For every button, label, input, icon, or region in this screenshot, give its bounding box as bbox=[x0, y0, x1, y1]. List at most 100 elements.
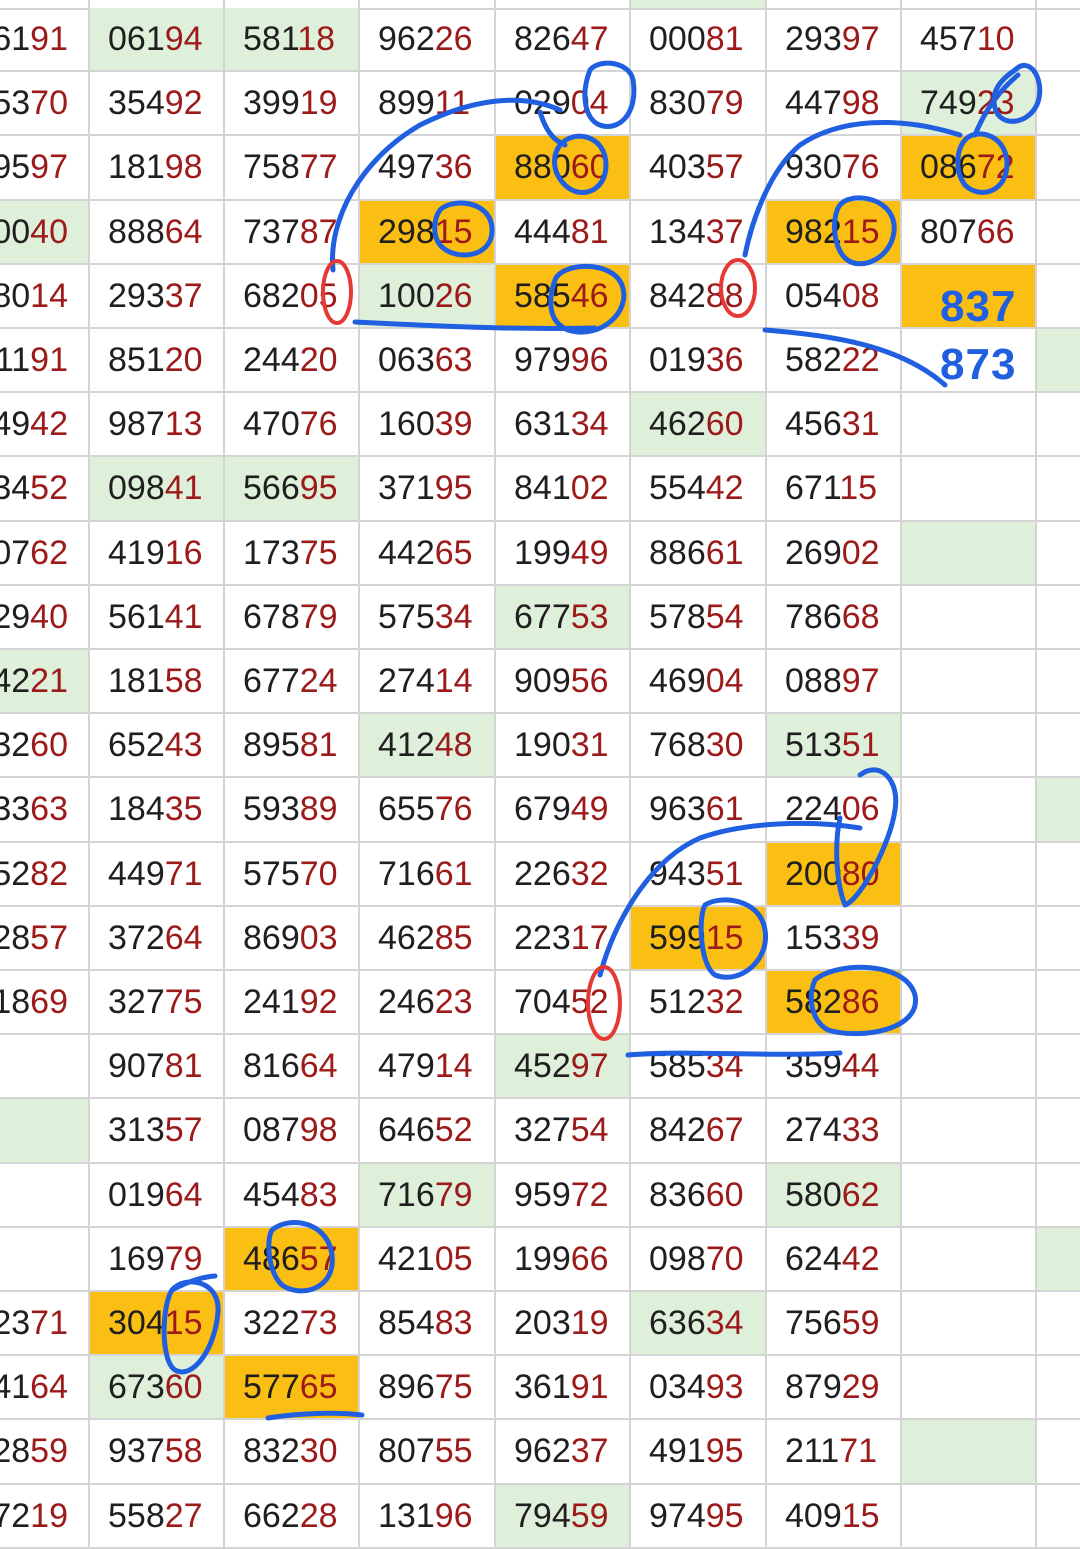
table-cell[interactable]: 7219 bbox=[0, 1484, 90, 1549]
table-cell[interactable]: 46285 bbox=[360, 906, 496, 971]
table-cell[interactable]: 55442 bbox=[631, 457, 767, 522]
table-cell[interactable]: 63634 bbox=[631, 1292, 767, 1357]
table-cell[interactable]: 47914 bbox=[360, 1035, 496, 1100]
table-cell[interactable]: 2371 bbox=[0, 1292, 90, 1357]
table-cell[interactable]: 65243 bbox=[90, 714, 225, 779]
table-cell[interactable]: 58222 bbox=[767, 329, 902, 394]
table-cell[interactable]: 75659 bbox=[767, 1292, 902, 1357]
table-cell[interactable]: 89581 bbox=[225, 714, 360, 779]
table-cell[interactable]: 05408 bbox=[767, 264, 902, 329]
table-cell[interactable]: 24192 bbox=[225, 971, 360, 1036]
table-cell[interactable]: 35492 bbox=[90, 72, 225, 137]
table-cell[interactable]: 67724 bbox=[225, 650, 360, 715]
table-cell[interactable]: 85483 bbox=[360, 1292, 496, 1357]
table-cell[interactable] bbox=[902, 1035, 1037, 1100]
table-cell[interactable]: 90956 bbox=[496, 650, 631, 715]
table-cell[interactable]: 57534 bbox=[360, 585, 496, 650]
table-cell[interactable]: 45297 bbox=[496, 1035, 631, 1100]
table-cell[interactable] bbox=[1037, 136, 1080, 201]
table-cell[interactable]: 55827 bbox=[90, 1484, 225, 1549]
table-cell[interactable]: 45710 bbox=[902, 8, 1037, 73]
table-cell[interactable]: 79459 bbox=[496, 1484, 631, 1549]
table-cell[interactable]: 2857 bbox=[0, 906, 90, 971]
table-cell[interactable] bbox=[0, 1035, 90, 1100]
table-cell[interactable]: 70452 bbox=[496, 971, 631, 1036]
table-cell[interactable]: 08672 bbox=[902, 136, 1037, 201]
table-cell[interactable] bbox=[1037, 393, 1080, 458]
table-cell[interactable]: 2940 bbox=[0, 585, 90, 650]
table-cell[interactable]: 96237 bbox=[496, 1420, 631, 1485]
table-cell[interactable]: 85120 bbox=[90, 329, 225, 394]
table-cell[interactable] bbox=[1037, 201, 1080, 265]
table-cell[interactable]: 57854 bbox=[631, 585, 767, 650]
table-cell[interactable]: 09870 bbox=[631, 1227, 767, 1292]
table-cell[interactable]: 84102 bbox=[496, 457, 631, 522]
table-cell[interactable]: 45483 bbox=[225, 1163, 360, 1228]
table-cell[interactable]: 84288 bbox=[631, 264, 767, 329]
table-cell[interactable]: 35944 bbox=[767, 1035, 902, 1100]
table-cell[interactable]: 3260 bbox=[0, 714, 90, 779]
table-cell[interactable]: 29815 bbox=[360, 200, 496, 265]
table-cell[interactable]: 32775 bbox=[90, 971, 225, 1036]
table-cell[interactable]: 44265 bbox=[360, 521, 496, 586]
table-cell[interactable]: 98215 bbox=[767, 200, 902, 265]
table-cell[interactable]: 0040 bbox=[0, 200, 90, 265]
table-cell[interactable]: 1191 bbox=[0, 329, 90, 394]
table-cell[interactable] bbox=[1037, 329, 1080, 394]
table-cell[interactable]: 67115 bbox=[767, 457, 902, 522]
table-cell[interactable]: 40357 bbox=[631, 136, 767, 201]
table-cell[interactable]: 1869 bbox=[0, 971, 90, 1036]
table-cell[interactable]: 97495 bbox=[631, 1484, 767, 1549]
table-cell[interactable]: 26902 bbox=[767, 521, 902, 586]
table-cell[interactable]: 88661 bbox=[631, 521, 767, 586]
table-cell[interactable]: 18435 bbox=[90, 778, 225, 843]
table-cell[interactable]: 80766 bbox=[902, 200, 1037, 265]
table-cell[interactable]: 83230 bbox=[225, 1420, 360, 1485]
table-cell[interactable]: 17375 bbox=[225, 521, 360, 586]
table-cell[interactable] bbox=[1037, 714, 1080, 779]
table-cell[interactable] bbox=[902, 457, 1037, 522]
table-cell[interactable]: 58546 bbox=[496, 264, 631, 329]
table-cell[interactable] bbox=[1037, 72, 1080, 137]
table-cell[interactable]: 8014 bbox=[0, 264, 90, 329]
table-cell[interactable]: 15339 bbox=[767, 906, 902, 971]
table-cell[interactable]: 39919 bbox=[225, 72, 360, 137]
table-cell[interactable]: 67879 bbox=[225, 585, 360, 650]
table-cell[interactable]: 30415 bbox=[90, 1292, 225, 1357]
table-cell[interactable]: 57570 bbox=[225, 842, 360, 907]
table-cell[interactable]: 0762 bbox=[0, 521, 90, 586]
table-cell[interactable] bbox=[902, 778, 1037, 843]
table-cell[interactable]: 84267 bbox=[631, 1099, 767, 1164]
table-cell[interactable] bbox=[902, 1420, 1037, 1485]
table-cell[interactable]: 58062 bbox=[767, 1163, 902, 1228]
table-cell[interactable]: 32273 bbox=[225, 1292, 360, 1357]
table-cell[interactable]: 64652 bbox=[360, 1099, 496, 1164]
table-cell[interactable] bbox=[1037, 971, 1080, 1036]
table-cell[interactable]: 44798 bbox=[767, 72, 902, 137]
table-cell[interactable]: 40915 bbox=[767, 1484, 902, 1549]
table-cell[interactable]: 24623 bbox=[360, 971, 496, 1036]
table-cell[interactable]: 86903 bbox=[225, 906, 360, 971]
table-cell[interactable]: 93758 bbox=[90, 1420, 225, 1485]
table-cell[interactable]: 46260 bbox=[631, 393, 767, 458]
table-cell[interactable] bbox=[902, 521, 1037, 586]
table-cell[interactable]: 63134 bbox=[496, 393, 631, 458]
table-cell[interactable] bbox=[902, 393, 1037, 458]
table-cell[interactable]: 01936 bbox=[631, 329, 767, 394]
table-cell[interactable]: 03493 bbox=[631, 1356, 767, 1421]
table-cell[interactable]: 87929 bbox=[767, 1356, 902, 1421]
table-cell[interactable]: 19949 bbox=[496, 521, 631, 586]
table-cell[interactable]: 20080 bbox=[767, 842, 902, 907]
table-cell[interactable]: 5370 bbox=[0, 72, 90, 137]
table-cell[interactable]: 90781 bbox=[90, 1035, 225, 1100]
table-cell[interactable]: 08798 bbox=[225, 1099, 360, 1164]
table-cell[interactable]: 01964 bbox=[90, 1163, 225, 1228]
table-cell[interactable]: 06194 bbox=[90, 8, 225, 73]
table-cell[interactable]: 97996 bbox=[496, 329, 631, 394]
table-cell[interactable]: 27433 bbox=[767, 1099, 902, 1164]
table-cell[interactable]: 98713 bbox=[90, 393, 225, 458]
table-cell[interactable] bbox=[902, 842, 1037, 907]
table-cell[interactable]: 95972 bbox=[496, 1163, 631, 1228]
table-cell[interactable]: 56695 bbox=[225, 457, 360, 522]
table-cell[interactable] bbox=[1037, 1227, 1080, 1292]
